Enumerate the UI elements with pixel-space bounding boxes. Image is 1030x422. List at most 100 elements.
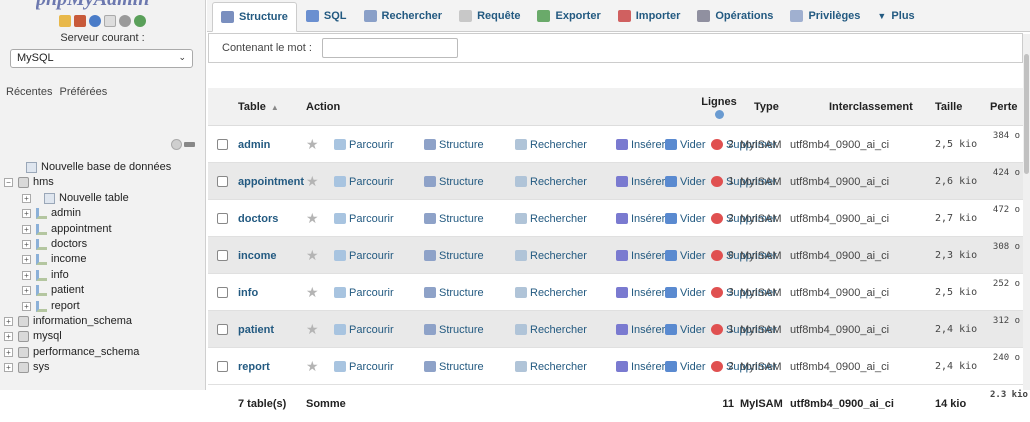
phpmyadmin-logo[interactable]: phpMyAdmin xyxy=(36,0,166,10)
action-insert[interactable]: Insérer xyxy=(616,126,665,163)
tree-item[interactable]: + sys xyxy=(0,360,205,375)
tab-recent[interactable]: Récentes xyxy=(6,86,52,98)
table-name-link[interactable]: doctors xyxy=(238,200,278,237)
table-size[interactable]: 2,4 kio xyxy=(935,348,977,385)
action-browse[interactable]: Parcourir xyxy=(334,163,394,200)
action-search[interactable]: Rechercher xyxy=(515,163,587,200)
action-insert[interactable]: Insérer xyxy=(616,311,665,348)
expand-icon[interactable]: + xyxy=(22,209,31,219)
expand-icon[interactable]: + xyxy=(4,363,13,373)
expand-icon[interactable]: + xyxy=(4,347,13,357)
table-name-link[interactable]: admin xyxy=(238,126,270,163)
action-search[interactable]: Rechercher xyxy=(515,126,587,163)
tab-importer[interactable]: Importer xyxy=(610,1,689,31)
table-size[interactable]: 2,5 kio xyxy=(935,274,977,311)
header-table[interactable]: Table ▲ xyxy=(238,88,279,126)
home-icon[interactable] xyxy=(59,15,71,27)
favorite-star-icon[interactable]: ★ xyxy=(306,348,319,385)
action-search[interactable]: Rechercher xyxy=(515,311,587,348)
tree-item[interactable]: + appointment xyxy=(0,222,205,237)
tree-item[interactable]: + admin xyxy=(0,206,205,221)
reload-icon[interactable] xyxy=(134,15,146,27)
header-overhead[interactable]: Perte xyxy=(990,88,1018,126)
tab-sql[interactable]: SQL xyxy=(298,1,355,31)
collapse-icon[interactable]: − xyxy=(4,178,13,188)
action-structure[interactable]: Structure xyxy=(424,237,484,274)
docs-icon[interactable] xyxy=(104,15,116,27)
tree-item[interactable]: + doctors xyxy=(0,237,205,252)
tab-privilèges[interactable]: Privilèges xyxy=(782,1,868,31)
favorite-star-icon[interactable]: ★ xyxy=(306,126,319,163)
action-structure[interactable]: Structure xyxy=(424,126,484,163)
expand-icon[interactable]: + xyxy=(4,316,13,326)
action-browse[interactable]: Parcourir xyxy=(334,200,394,237)
action-browse[interactable]: Parcourir xyxy=(334,311,394,348)
row-checkbox[interactable] xyxy=(217,348,228,385)
action-insert[interactable]: Insérer xyxy=(616,348,665,385)
expand-icon[interactable]: + xyxy=(22,224,31,234)
table-name-link[interactable]: income xyxy=(238,237,277,274)
tab-opérations[interactable]: Opérations xyxy=(689,1,781,31)
expand-icon[interactable]: + xyxy=(22,239,31,249)
tree-item[interactable]: + Nouvelle table xyxy=(0,191,205,206)
table-name-link[interactable]: info xyxy=(238,274,258,311)
collapse-all-icon[interactable] xyxy=(171,138,182,150)
table-size[interactable]: 2,7 kio xyxy=(935,200,977,237)
action-browse[interactable]: Parcourir xyxy=(334,348,394,385)
tree-item[interactable]: + report xyxy=(0,299,205,314)
expand-icon[interactable]: + xyxy=(22,270,31,280)
action-browse[interactable]: Parcourir xyxy=(334,237,394,274)
help-icon[interactable] xyxy=(89,15,101,27)
action-insert[interactable]: Insérer xyxy=(616,163,665,200)
action-structure[interactable]: Structure xyxy=(424,311,484,348)
table-name-link[interactable]: patient xyxy=(238,311,274,348)
row-checkbox[interactable] xyxy=(217,237,228,274)
row-checkbox[interactable] xyxy=(217,126,228,163)
tab-requête[interactable]: Requête xyxy=(451,1,528,31)
link-icon[interactable] xyxy=(184,141,195,147)
vertical-scrollbar[interactable] xyxy=(1023,34,1030,390)
tree-item[interactable]: + mysql xyxy=(0,329,205,344)
favorite-star-icon[interactable]: ★ xyxy=(306,274,319,311)
action-search[interactable]: Rechercher xyxy=(515,274,587,311)
tree-item[interactable]: + information_schema xyxy=(0,314,205,329)
tree-item[interactable]: + info xyxy=(0,268,205,283)
action-search[interactable]: Rechercher xyxy=(515,348,587,385)
action-search[interactable]: Rechercher xyxy=(515,237,587,274)
tab-favorites[interactable]: Préférées xyxy=(60,86,108,98)
table-size[interactable]: 2,6 kio xyxy=(935,163,977,200)
help-icon[interactable] xyxy=(714,109,724,119)
expand-icon[interactable]: + xyxy=(22,193,31,203)
header-size[interactable]: Taille xyxy=(935,88,962,126)
tab-structure[interactable]: Structure xyxy=(212,2,297,32)
table-name-link[interactable]: appointment xyxy=(238,163,304,200)
action-insert[interactable]: Insérer xyxy=(616,274,665,311)
expand-icon[interactable]: + xyxy=(22,286,31,296)
expand-icon[interactable]: + xyxy=(22,301,31,311)
tab-plus[interactable]: ▼ Plus xyxy=(869,1,922,31)
logout-icon[interactable] xyxy=(74,15,86,27)
tree-item[interactable]: − hms xyxy=(0,175,205,190)
action-structure[interactable]: Structure xyxy=(424,163,484,200)
filter-input[interactable] xyxy=(322,38,458,58)
favorite-star-icon[interactable]: ★ xyxy=(306,200,319,237)
expand-icon[interactable]: + xyxy=(22,255,31,265)
action-insert[interactable]: Insérer xyxy=(616,237,665,274)
header-rows[interactable]: Lignes xyxy=(701,88,737,126)
tree-item[interactable]: Nouvelle base de données xyxy=(0,160,205,175)
table-size[interactable]: 2,5 kio xyxy=(935,126,977,163)
favorite-star-icon[interactable]: ★ xyxy=(306,163,319,200)
table-size[interactable]: 2,4 kio xyxy=(935,311,977,348)
action-structure[interactable]: Structure xyxy=(424,348,484,385)
action-search[interactable]: Rechercher xyxy=(515,200,587,237)
action-structure[interactable]: Structure xyxy=(424,274,484,311)
row-checkbox[interactable] xyxy=(217,200,228,237)
favorite-star-icon[interactable]: ★ xyxy=(306,237,319,274)
action-browse[interactable]: Parcourir xyxy=(334,274,394,311)
header-collation[interactable]: Interclassement xyxy=(829,88,913,126)
server-select[interactable]: MySQL ⌄ xyxy=(10,49,193,68)
row-checkbox[interactable] xyxy=(217,163,228,200)
scrollbar-thumb[interactable] xyxy=(1024,54,1029,174)
favorite-star-icon[interactable]: ★ xyxy=(306,311,319,348)
action-structure[interactable]: Structure xyxy=(424,200,484,237)
